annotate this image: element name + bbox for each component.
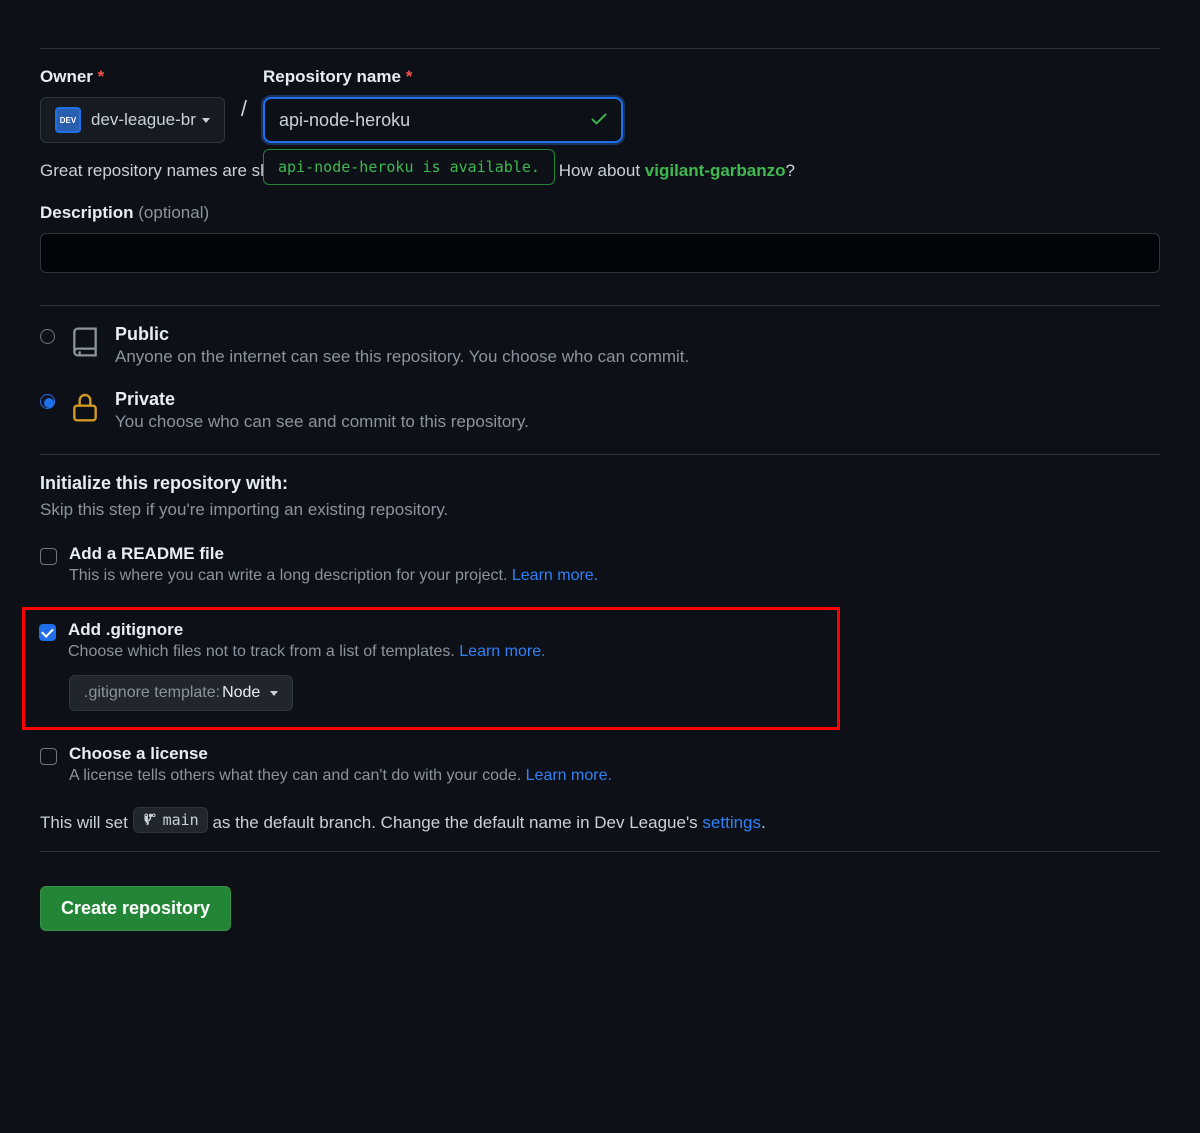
private-radio[interactable] [40, 394, 55, 409]
git-branch-icon [142, 812, 158, 828]
helper-text: Great repository names are short and mem… [40, 161, 1160, 181]
chevron-down-icon [270, 691, 278, 696]
description-input[interactable] [40, 233, 1160, 273]
gitignore-highlight: Add .gitignore Choose which files not to… [22, 607, 840, 730]
readme-checkbox[interactable] [40, 548, 57, 565]
suggested-name-link[interactable]: vigilant-garbanzo [645, 161, 786, 180]
repo-icon [69, 326, 101, 364]
owner-select[interactable]: DEV dev-league-br [40, 97, 225, 143]
owner-label: Owner * [40, 67, 225, 87]
settings-link[interactable]: settings [702, 813, 761, 832]
create-repository-button[interactable]: Create repository [40, 886, 231, 931]
owner-value: dev-league-br [91, 110, 196, 130]
path-separator: / [241, 88, 247, 122]
gitignore-desc: Choose which files not to track from a l… [68, 643, 546, 661]
gitignore-learn-more-link[interactable]: Learn more. [459, 643, 545, 660]
default-branch-text: This will set main as the default branch… [40, 807, 1160, 833]
license-title: Choose a license [69, 744, 612, 764]
license-learn-more-link[interactable]: Learn more. [526, 767, 612, 784]
owner-avatar-icon: DEV [55, 107, 81, 133]
license-desc: A license tells others what they can and… [69, 767, 612, 785]
public-desc: Anyone on the internet can see this repo… [115, 347, 689, 367]
branch-badge: main [133, 807, 208, 833]
readme-learn-more-link[interactable]: Learn more. [512, 567, 598, 584]
check-icon [589, 109, 609, 132]
init-sub: Skip this step if you're importing an ex… [40, 500, 1160, 520]
private-title: Private [115, 389, 529, 410]
private-desc: You choose who can see and commit to thi… [115, 412, 529, 432]
public-radio[interactable] [40, 329, 55, 344]
license-checkbox[interactable] [40, 748, 57, 765]
lock-icon [69, 391, 101, 429]
gitignore-title: Add .gitignore [68, 620, 546, 640]
readme-desc: This is where you can write a long descr… [69, 567, 598, 585]
readme-title: Add a README file [69, 544, 598, 564]
description-label: Description (optional) [40, 203, 1160, 223]
repo-name-label: Repository name * [263, 67, 623, 87]
init-heading: Initialize this repository with: [40, 473, 1160, 494]
public-title: Public [115, 324, 689, 345]
availability-tooltip: api-node-heroku is available. [263, 149, 555, 185]
chevron-down-icon [202, 118, 210, 123]
gitignore-template-select[interactable]: .gitignore template:Node [69, 675, 293, 711]
gitignore-checkbox[interactable] [39, 624, 56, 641]
repo-name-input[interactable] [263, 97, 623, 143]
